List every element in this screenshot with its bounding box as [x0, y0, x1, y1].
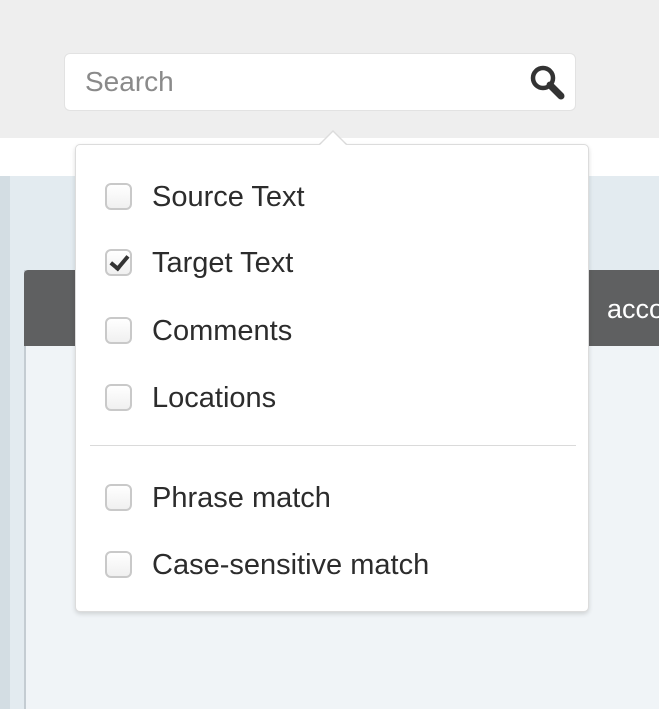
checkbox-phrase-match[interactable]: [105, 484, 132, 511]
stage: acco Source Text Target Text Comments Lo…: [0, 0, 659, 709]
checkbox-case-sensitive-match[interactable]: [105, 551, 132, 578]
background-panel-edge: [0, 176, 10, 709]
option-locations[interactable]: Locations: [103, 378, 563, 418]
option-label: Phrase match: [152, 482, 331, 514]
search-input[interactable]: [65, 54, 505, 110]
search-icon[interactable]: [525, 60, 569, 104]
option-label: Target Text: [152, 247, 294, 279]
option-label: Comments: [152, 315, 293, 347]
option-comments[interactable]: Comments: [103, 311, 563, 351]
option-label: Source Text: [152, 181, 305, 213]
search-box[interactable]: [64, 53, 576, 111]
checkbox-comments[interactable]: [105, 317, 132, 344]
option-source-text[interactable]: Source Text: [103, 177, 563, 217]
checkbox-target-text[interactable]: [105, 249, 132, 276]
option-target-text[interactable]: Target Text: [103, 243, 563, 283]
option-label: Locations: [152, 382, 277, 414]
option-case-sensitive-match[interactable]: Case-sensitive match: [103, 545, 563, 585]
background-card-header-text: acco: [606, 294, 659, 324]
checkbox-locations[interactable]: [105, 384, 132, 411]
dropdown-caret-fill: [319, 132, 347, 146]
dropdown-divider: [90, 445, 576, 446]
option-phrase-match[interactable]: Phrase match: [103, 478, 563, 518]
checkbox-source-text[interactable]: [105, 183, 132, 210]
option-label: Case-sensitive match: [152, 549, 430, 581]
search-filter-dropdown: Source Text Target Text Comments Locatio…: [75, 144, 589, 612]
